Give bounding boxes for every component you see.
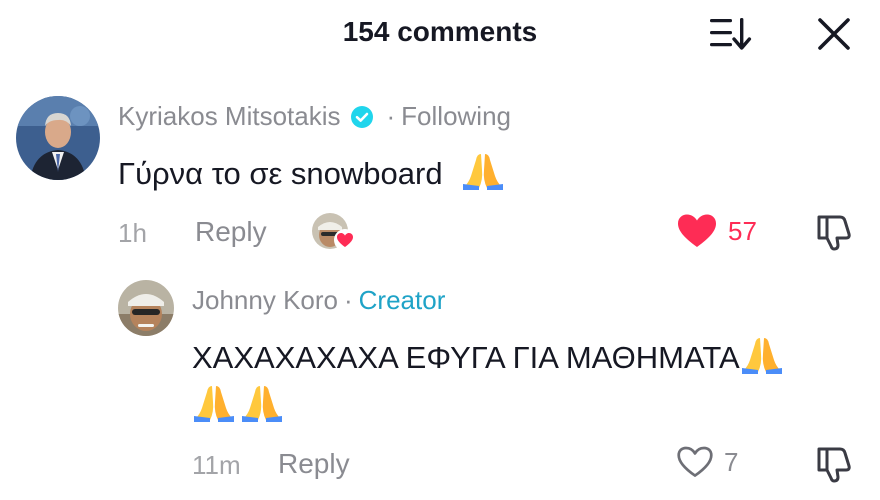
- avatar[interactable]: [118, 280, 174, 336]
- sort-icon: [710, 18, 752, 50]
- heart-icon: [678, 214, 716, 247]
- separator-dot: ·: [343, 285, 353, 315]
- comment-time: 1h: [118, 218, 147, 248]
- like-button[interactable]: 57: [676, 213, 757, 249]
- close-button[interactable]: [812, 14, 856, 54]
- pray-emoji-icon: [463, 154, 504, 190]
- sort-button[interactable]: [708, 16, 756, 52]
- username[interactable]: Kyriakos Mitsotakis: [118, 101, 341, 132]
- like-count: 7: [724, 446, 739, 477]
- pray-emoji-icon: [194, 386, 234, 422]
- reply-button[interactable]: Reply: [195, 216, 267, 248]
- like-button[interactable]: 7: [676, 445, 738, 479]
- dislike-icon: [817, 447, 851, 483]
- comment-text-content: ΧΑΧΑΧΑΧΑΧΑ ΕΦΥΓΑ ΓΙΑ ΜΑΘΗΜΑΤΑ: [192, 340, 740, 375]
- separator-dot: ·: [386, 101, 396, 131]
- relation-label: Following: [401, 101, 511, 131]
- avatar[interactable]: [16, 96, 100, 180]
- comment-header: Johnny Koro · Creator: [192, 285, 445, 316]
- reply-button[interactable]: Reply: [278, 448, 350, 480]
- creator-heart-icon: [334, 229, 356, 251]
- comment-text-line2: [192, 382, 284, 424]
- comment-text: ΧΑΧΑΧΑΧΑΧΑ ΕΦΥΓΑ ΓΙΑ ΜΑΘΗΜΑΤΑ: [192, 334, 784, 376]
- like-count: 57: [728, 215, 757, 246]
- comment-header: Kyriakos Mitsotakis · Following: [118, 101, 511, 132]
- pray-emoji-icon: [242, 386, 282, 422]
- comment-text: Γύρνα το σε snowboard: [118, 150, 505, 192]
- comments-header: 154 comments: [0, 0, 880, 68]
- dislike-button[interactable]: [814, 212, 854, 252]
- verified-icon: [350, 105, 373, 128]
- dislike-button[interactable]: [814, 444, 854, 484]
- comment-time: 11m: [192, 450, 241, 480]
- username[interactable]: Johnny Koro: [192, 285, 338, 316]
- heart-outline-icon: [677, 446, 713, 477]
- creator-badge: Creator: [358, 285, 446, 315]
- pray-emoji-icon: [741, 338, 782, 374]
- close-icon: [818, 18, 850, 50]
- dislike-icon: [817, 215, 851, 251]
- comment-text-content: Γύρνα το σε snowboard: [118, 156, 443, 191]
